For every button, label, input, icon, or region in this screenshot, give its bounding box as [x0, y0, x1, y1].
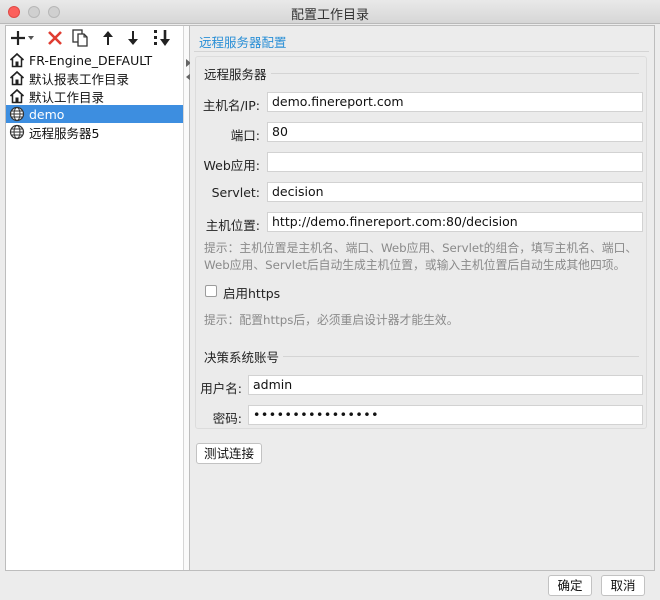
host-label: 主机名/IP: — [202, 98, 260, 113]
https-hint: 提示：配置https后，必须重启设计器才能生效。 — [204, 313, 459, 327]
account-group-divider — [283, 356, 639, 357]
delete-x-icon — [48, 31, 62, 45]
tree-item-default-work-dir[interactable]: 默认工作目录 — [6, 87, 184, 105]
port-input[interactable]: 80 — [267, 122, 643, 142]
arrow-up-icon — [103, 31, 113, 45]
tree-scrollbar[interactable] — [183, 26, 189, 570]
workspace-list-panel: FR-Engine_DEFAULT 默认报表工作目录 默认工作目录 demo 远… — [5, 25, 191, 571]
host-input[interactable]: demo.finereport.com — [267, 92, 643, 112]
tree-item-demo[interactable]: demo — [6, 105, 184, 123]
location-hint-line-1: 提示：主机位置是主机名、端口、Web应用、Servlet的组合，填写主机名、端口… — [204, 241, 638, 255]
port-label: 端口: — [230, 128, 260, 143]
tree-item-label: 默认工作目录 — [29, 89, 105, 105]
tree-item-label: FR-Engine_DEFAULT — [29, 52, 153, 68]
move-up-button[interactable] — [100, 28, 116, 48]
account-group-title: 决策系统账号 — [204, 350, 280, 365]
server-group-divider — [271, 73, 639, 74]
section-divider — [194, 51, 649, 52]
username-label: 用户名: — [200, 381, 242, 396]
section-title: 远程服务器配置 — [199, 35, 287, 50]
tree-item-label: 默认报表工作目录 — [29, 71, 130, 87]
sort-button[interactable] — [151, 28, 173, 48]
globe-icon — [9, 124, 25, 140]
config-group-box: 远程服务器 主机名/IP: demo.finereport.com 端口: 80… — [195, 56, 647, 429]
location-input[interactable]: http://demo.finereport.com:80/decision — [267, 212, 643, 232]
house-icon — [9, 70, 25, 86]
password-input[interactable]: •••••••••••••••• — [248, 405, 643, 425]
https-label[interactable]: 启用https — [223, 283, 280, 302]
tree-item-label: demo — [29, 106, 65, 122]
server-group-title: 远程服务器 — [204, 67, 267, 82]
arrow-down-icon — [128, 31, 138, 45]
servlet-input[interactable]: decision — [267, 182, 643, 202]
delete-button[interactable] — [46, 28, 64, 48]
cancel-button[interactable]: 取消 — [601, 575, 645, 596]
username-input[interactable]: admin — [248, 375, 643, 395]
globe-icon — [9, 106, 25, 122]
location-label: 主机位置: — [205, 218, 260, 233]
https-checkbox[interactable] — [205, 285, 217, 297]
move-down-button[interactable] — [125, 28, 141, 48]
copy-icon — [72, 29, 88, 47]
house-icon — [9, 88, 25, 104]
window-title: 配置工作目录 — [290, 8, 369, 23]
title-bar: 配置工作目录 — [0, 0, 660, 24]
remote-server-config-panel: 远程服务器配置 远程服务器 主机名/IP: demo.finereport.co… — [190, 25, 655, 571]
plus-icon — [11, 31, 34, 45]
sort-icon — [154, 30, 170, 46]
servlet-label: Servlet: — [211, 185, 260, 200]
location-hint-line-2: Web应用、Servlet后自动生成主机位置，或输入主机位置后自动生成其他四项。 — [204, 258, 626, 272]
tree-item-fr-engine-default[interactable]: FR-Engine_DEFAULT — [6, 51, 184, 69]
house-icon — [9, 52, 25, 68]
copy-button[interactable] — [70, 28, 90, 48]
add-button[interactable] — [10, 28, 36, 48]
tree-item-label: 远程服务器5 — [29, 125, 100, 141]
tree-item-remote-server-5[interactable]: 远程服务器5 — [6, 123, 184, 141]
password-label: 密码: — [212, 411, 242, 426]
tree-item-default-report-dir[interactable]: 默认报表工作目录 — [6, 69, 184, 87]
list-toolbar — [6, 26, 185, 51]
workspace-tree: FR-Engine_DEFAULT 默认报表工作目录 默认工作目录 demo 远… — [6, 51, 184, 570]
webapp-input[interactable] — [267, 152, 643, 172]
webapp-label: Web应用: — [203, 158, 260, 173]
test-connection-button[interactable]: 测试连接 — [196, 443, 262, 464]
ok-button[interactable]: 确定 — [548, 575, 592, 596]
